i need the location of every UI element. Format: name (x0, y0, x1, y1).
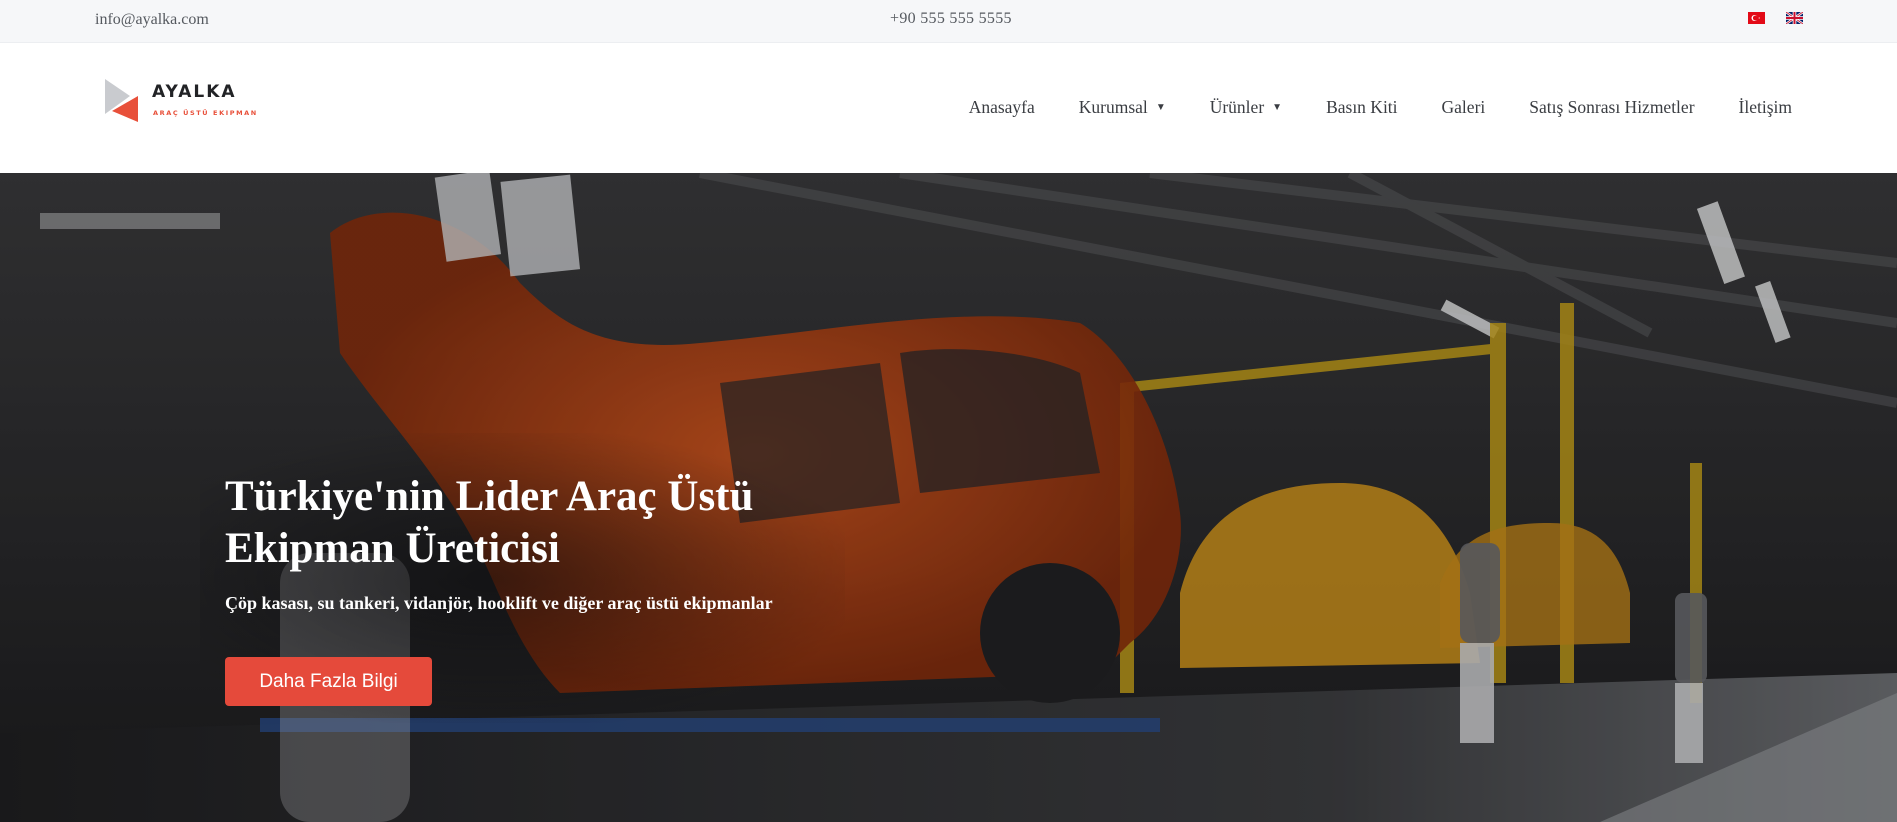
nav-item-label: Ürünler (1209, 97, 1265, 117)
main-nav: Anasayfa Kurumsal ▼ Ürünler ▼ Basın Kiti… (969, 97, 1792, 118)
nav-item-label: Satış Sonrası Hizmetler (1529, 97, 1695, 117)
brand-logo[interactable]: AYALKA ARAÇ ÜSTÜ EKIPMAN (104, 78, 274, 128)
more-info-button[interactable]: Daha Fazla Bilgi (225, 657, 432, 706)
nav-item-basin-kiti[interactable]: Basın Kiti (1326, 97, 1397, 118)
contact-phone[interactable]: +90 555 555 5555 (890, 10, 1012, 28)
site-header: AYALKA ARAÇ ÜSTÜ EKIPMAN Anasayfa Kurums… (0, 43, 1897, 173)
nav-item-label: İletişim (1738, 97, 1792, 117)
caret-down-icon: ▼ (1272, 102, 1283, 113)
uk-flag-icon[interactable] (1786, 12, 1803, 24)
turkish-flag-icon[interactable] (1748, 12, 1765, 24)
nav-item-label: Anasayfa (968, 97, 1035, 117)
nav-item-iletisim[interactable]: İletişim (1739, 97, 1792, 118)
nav-item-label: Galeri (1441, 97, 1486, 117)
hero-subtitle: Çöp kasası, su tankeri, vidanjör, hookli… (225, 593, 773, 613)
logo-name: AYALKA (152, 82, 237, 102)
nav-item-urunler[interactable]: Ürünler ▼ (1210, 97, 1282, 118)
logo-mark-icon (105, 79, 138, 122)
top-bar: info@ayalka.com +90 555 555 5555 (0, 0, 1897, 43)
nav-item-label: Basın Kiti (1326, 97, 1398, 117)
nav-item-anasayfa[interactable]: Anasayfa (969, 97, 1035, 118)
nav-item-label: Kurumsal (1078, 97, 1148, 117)
logo-subtitle: ARAÇ ÜSTÜ EKIPMAN (153, 109, 258, 117)
nav-item-kurumsal[interactable]: Kurumsal ▼ (1079, 97, 1166, 118)
caret-down-icon: ▼ (1155, 102, 1166, 113)
nav-item-satis-sonrasi[interactable]: Satış Sonrası Hizmetler (1529, 97, 1694, 118)
hero-section: Türkiye'nin Lider Araç Üstü Ekipman Üret… (0, 173, 1897, 822)
contact-email[interactable]: info@ayalka.com (95, 11, 209, 29)
hero-title: Türkiye'nin Lider Araç Üstü Ekipman Üret… (225, 473, 754, 572)
nav-item-galeri[interactable]: Galeri (1442, 97, 1486, 118)
